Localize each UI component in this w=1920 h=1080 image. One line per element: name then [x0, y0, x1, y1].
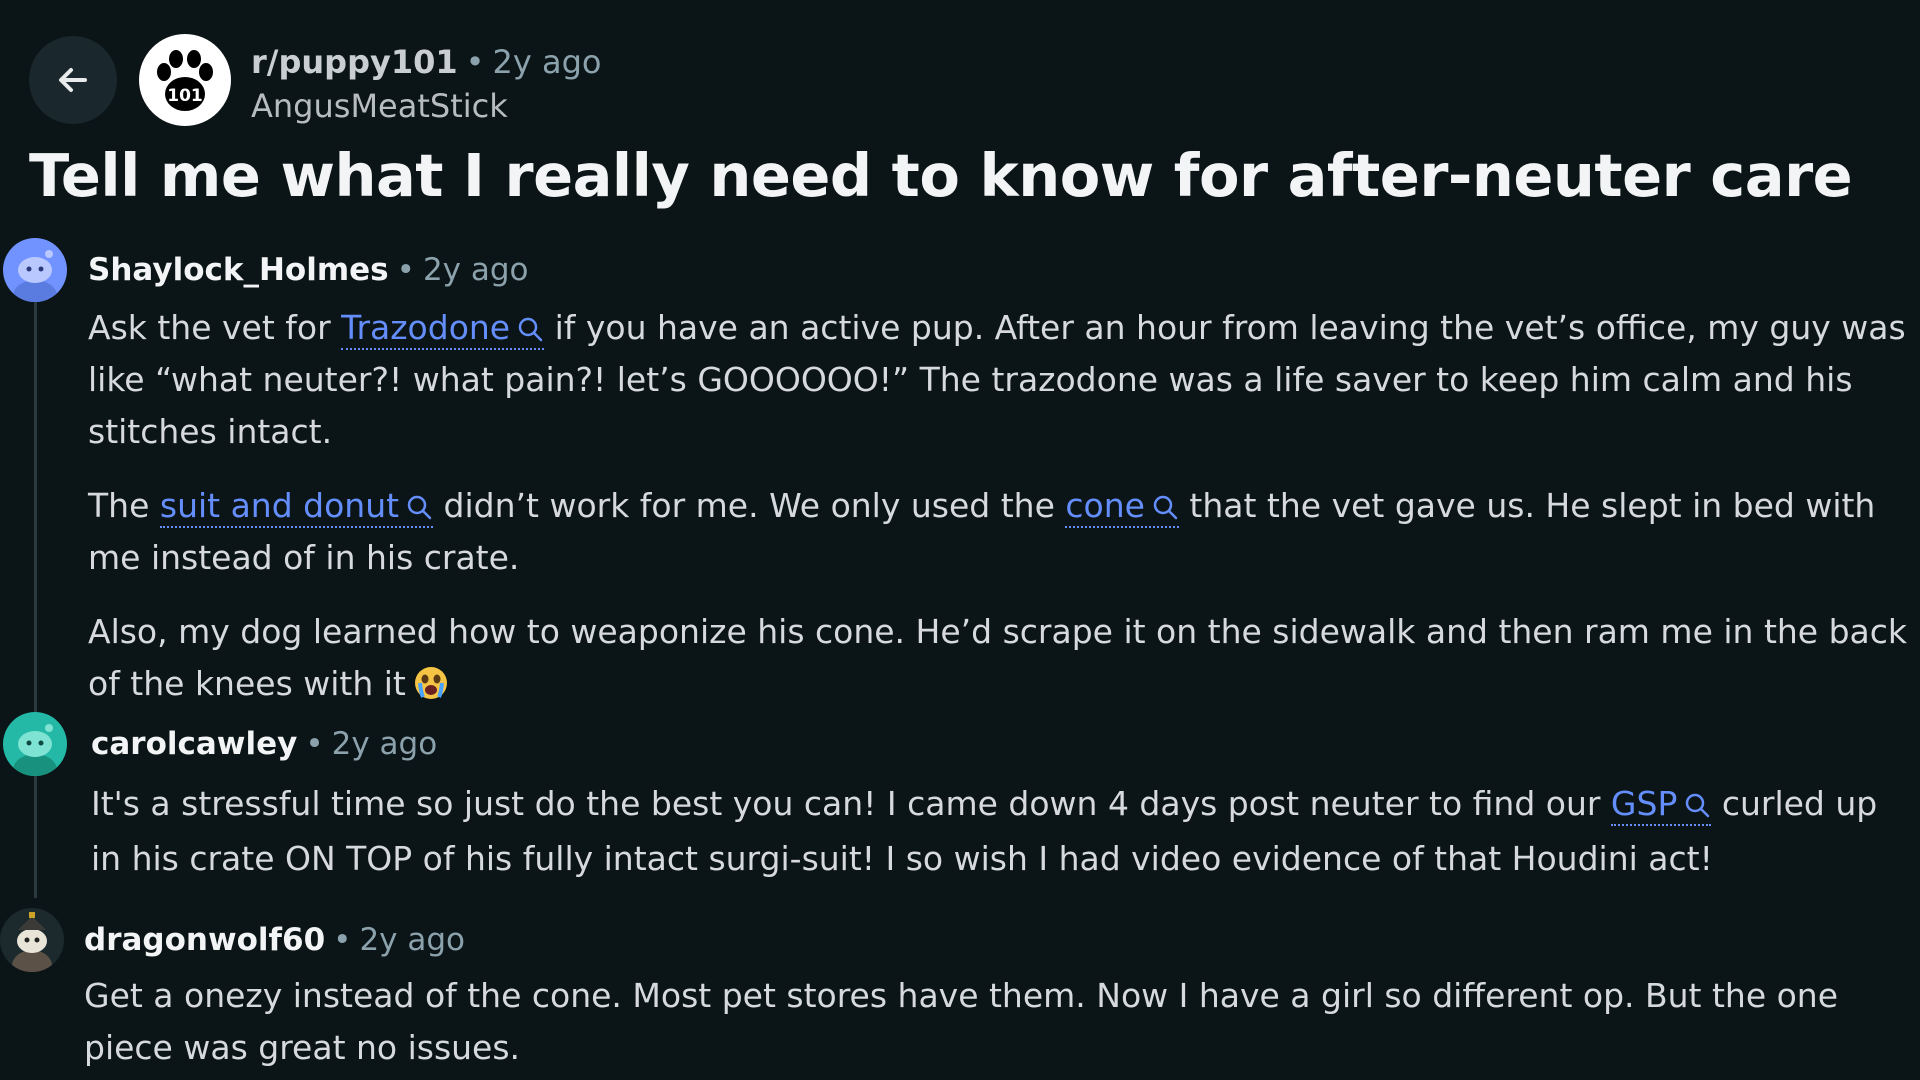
- snoo-avatar-icon: [13, 724, 57, 776]
- search-link-text: Trazodone: [341, 308, 511, 347]
- comment-time: 2y ago: [331, 726, 438, 762]
- comment-text: The: [88, 486, 160, 525]
- search-icon: [518, 317, 543, 342]
- post-title: Tell me what I really need to know for a…: [29, 141, 1853, 210]
- meta-separator: •: [396, 252, 415, 288]
- post-header: 101 r/puppy101 • 2y ago AngusMeatStick: [29, 34, 1889, 128]
- avatar[interactable]: [0, 908, 64, 972]
- post-meta: r/puppy101 • 2y ago AngusMeatStick: [251, 42, 601, 129]
- paw-icon: 101: [157, 50, 213, 111]
- search-icon: [407, 495, 432, 520]
- comment-text: It's a stressful time so just do the bes…: [91, 784, 1611, 823]
- comment-text: Ask the vet for: [88, 308, 342, 347]
- search-link-text: suit and donut: [159, 486, 400, 525]
- comment-text: Get a onezy instead of the cone. Most pe…: [84, 976, 1839, 1067]
- comment-item: Shaylock_Holmes • 2y ago Ask the vet for T…: [0, 238, 1920, 708]
- post-author[interactable]: AngusMeatStick: [251, 83, 601, 129]
- snoo-avatar-icon: [13, 250, 57, 302]
- meta-separator: •: [333, 922, 352, 958]
- comment-item: carolcawley • 2y ago It's a stressful time…: [0, 712, 1920, 902]
- back-arrow-icon: [59, 68, 87, 92]
- comment-paragraph: The suit and donut didn’t work for me. W…: [88, 480, 1908, 584]
- subreddit-badge-text: 101: [167, 86, 203, 106]
- back-button[interactable]: [29, 36, 117, 124]
- comment-item: dragonwolf60 • 2y ago Get a onezy instead …: [0, 908, 1920, 1080]
- comment-paragraph: Also, my dog learned how to weaponize hi…: [88, 606, 1908, 710]
- comment-text: Also, my dog learned how to weaponize hi…: [88, 612, 1908, 703]
- comment-time: 2y ago: [359, 922, 466, 958]
- search-link-text: cone: [1065, 486, 1145, 525]
- subreddit-icon[interactable]: 101: [139, 34, 231, 126]
- post-time: 2y ago: [492, 43, 602, 81]
- comment-body: Get a onezy instead of the cone. Most pe…: [84, 970, 1908, 1074]
- avatar[interactable]: [3, 712, 67, 776]
- comment-paragraph: Get a onezy instead of the cone. Most pe…: [84, 970, 1908, 1074]
- search-link[interactable]: Trazodone: [341, 308, 545, 350]
- crying-face-icon: [414, 667, 447, 699]
- search-link[interactable]: suit and donut: [159, 486, 434, 528]
- search-icon: [1686, 793, 1710, 818]
- search-link-text: GSP: [1610, 784, 1678, 823]
- search-link[interactable]: GSP: [1610, 784, 1712, 826]
- comment-paragraph: Ask the vet for Trazodone if you have an…: [88, 302, 1908, 458]
- comment-paragraph: It's a stressful time so just do the bes…: [91, 776, 1908, 886]
- comment-body: Ask the vet for Trazodone if you have an…: [88, 302, 1908, 732]
- comment-username[interactable]: Shaylock_Holmes: [88, 252, 389, 288]
- comment-username[interactable]: carolcawley: [91, 726, 297, 762]
- search-icon: [1153, 495, 1178, 520]
- snoo-avatar-icon: [12, 912, 52, 972]
- meta-separator: •: [465, 43, 485, 81]
- comment-text: didn’t work for me. We only used the: [433, 486, 1066, 525]
- meta-separator: •: [305, 726, 324, 762]
- search-link[interactable]: cone: [1065, 486, 1179, 528]
- comment-body: It's a stressful time so just do the bes…: [91, 776, 1908, 886]
- comment-time: 2y ago: [422, 252, 529, 288]
- comment-username[interactable]: dragonwolf60: [84, 922, 325, 958]
- subreddit-name[interactable]: r/puppy101: [251, 43, 458, 81]
- avatar[interactable]: [3, 238, 67, 302]
